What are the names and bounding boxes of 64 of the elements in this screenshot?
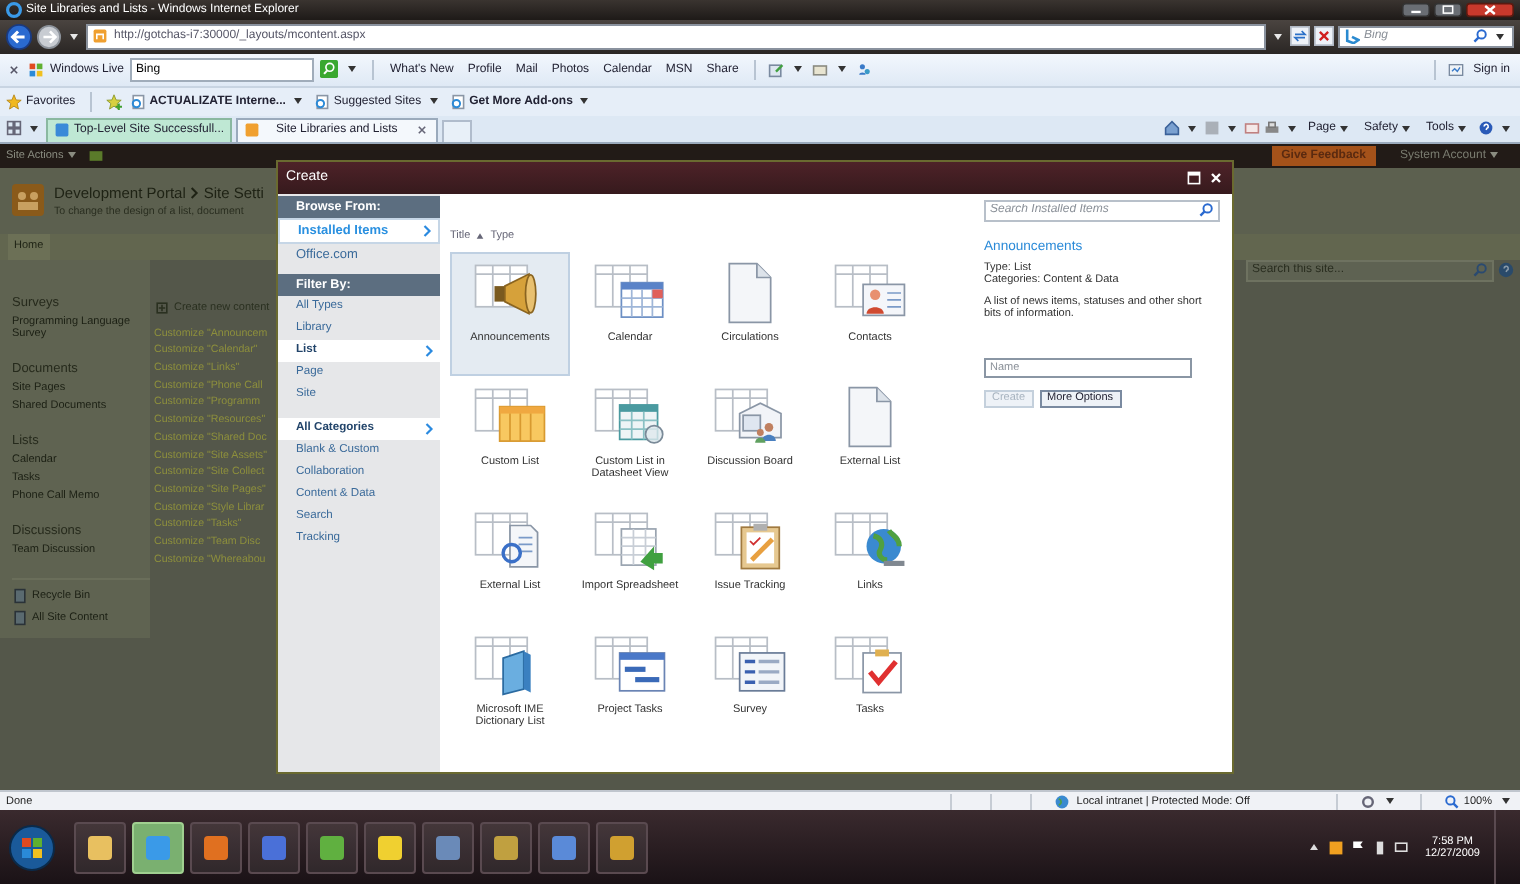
search-icon[interactable] [1198, 202, 1214, 219]
print-icon[interactable] [1263, 120, 1280, 137]
chevron-icon [424, 343, 434, 358]
add-favorite-icon[interactable] [105, 93, 122, 110]
search-button[interactable] [320, 60, 339, 79]
page-icon [54, 122, 70, 139]
plus-icon [154, 299, 170, 316]
zoom-icon [1443, 793, 1460, 810]
table-icon [472, 385, 548, 448]
maximize-icon[interactable] [1186, 169, 1202, 186]
back-button[interactable] [6, 23, 32, 50]
mail-icon[interactable] [1243, 120, 1260, 137]
windows-flag-icon [28, 61, 44, 78]
minimize-button[interactable] [1402, 1, 1430, 18]
refresh-button[interactable] [1290, 26, 1310, 47]
datasheet-icon [592, 385, 668, 448]
caret-icon[interactable] [1496, 33, 1504, 40]
network-icon[interactable] [1394, 839, 1411, 856]
chevron-icon [422, 223, 432, 238]
show-hidden-icons-button[interactable] [1310, 844, 1319, 851]
star-icon [6, 93, 22, 110]
bing-logo-icon [1344, 28, 1360, 45]
page-icon [313, 93, 330, 110]
close-icon[interactable] [6, 61, 22, 78]
help-icon[interactable] [1498, 262, 1514, 279]
close-button[interactable] [1466, 1, 1514, 18]
caret-icon[interactable] [1385, 798, 1394, 805]
stop-button[interactable] [1314, 26, 1334, 47]
site-logo-icon [12, 184, 44, 217]
mail-icon[interactable] [812, 61, 829, 78]
page-icon [449, 93, 466, 110]
calendar-icon [592, 261, 668, 324]
spreadsheet-icon [592, 509, 668, 572]
caret-icon[interactable] [1187, 125, 1196, 132]
caret-icon[interactable] [1227, 125, 1236, 132]
caret-icon[interactable] [838, 66, 847, 73]
gantt-chart-icon [592, 633, 668, 696]
globe-icon [1054, 793, 1071, 810]
caret-icon[interactable] [1502, 798, 1510, 805]
home-page-icon [92, 28, 108, 45]
settings-icon[interactable] [1359, 793, 1376, 810]
caret-icon[interactable] [1502, 125, 1510, 132]
breadcrumb-separator-icon [189, 185, 200, 200]
globe-icon [832, 509, 908, 572]
help-icon[interactable] [1478, 120, 1494, 137]
checklist-icon [832, 633, 908, 696]
start-button[interactable] [8, 823, 56, 872]
caret-icon[interactable] [1287, 125, 1296, 132]
close-icon[interactable] [1208, 169, 1224, 186]
chevron-icon [424, 421, 434, 436]
profile-icon [1447, 61, 1464, 78]
page-icon [244, 122, 261, 139]
forward-button[interactable] [36, 23, 62, 50]
page-icon [129, 93, 146, 110]
maximize-button[interactable] [1434, 1, 1462, 18]
caret-icon[interactable] [794, 66, 803, 73]
quick-tabs-icon[interactable] [6, 120, 22, 137]
home-icon[interactable] [1163, 120, 1180, 137]
envelope-icon [712, 385, 788, 448]
search-icon[interactable] [1472, 28, 1488, 45]
form-icon [712, 633, 788, 696]
caret-icon[interactable] [30, 125, 38, 132]
caret-icon[interactable] [348, 66, 357, 73]
edit-icon[interactable] [768, 61, 785, 78]
